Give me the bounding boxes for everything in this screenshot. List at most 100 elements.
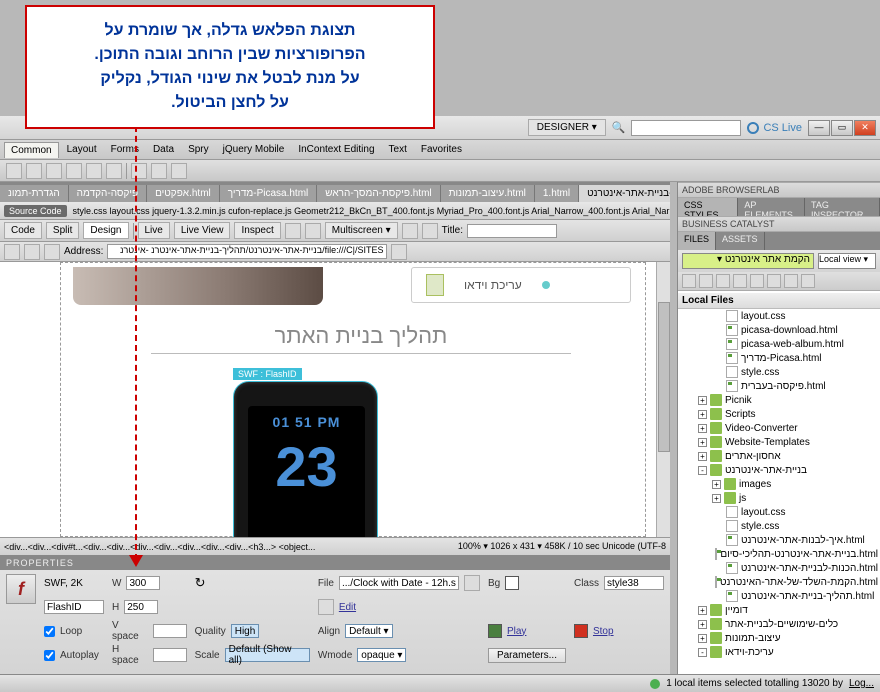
expand-icon[interactable]: + <box>698 634 707 643</box>
width-input[interactable] <box>126 576 160 590</box>
align-dropdown[interactable]: Default ▾ <box>345 624 392 638</box>
design-view-button[interactable]: Design <box>83 222 128 239</box>
close-button[interactable]: ✕ <box>854 120 876 136</box>
play-swatch[interactable] <box>488 624 502 638</box>
menu-jquery mobile[interactable]: jQuery Mobile <box>217 142 291 157</box>
forward-icon[interactable] <box>24 244 40 260</box>
edit-swf-icon[interactable] <box>318 599 334 615</box>
expand-icon[interactable]: + <box>698 424 707 433</box>
tool-icon[interactable] <box>106 163 122 179</box>
live-button[interactable]: Live <box>138 222 170 239</box>
source-code-button[interactable]: Source Code <box>4 205 67 217</box>
swf-selection-label[interactable]: SWF : FlashID <box>233 368 302 380</box>
tag-selector-bar[interactable]: <div...<div...<div#t...<div...<div...<di… <box>0 537 670 555</box>
hspace-input[interactable] <box>153 648 187 662</box>
tree-node[interactable]: איך-לבנות-אתר-אינטרנט.html <box>678 533 880 547</box>
height-input[interactable] <box>124 600 158 614</box>
tool-icon[interactable] <box>6 163 22 179</box>
tree-node[interactable]: style.css <box>678 365 880 379</box>
address-input[interactable]: file:///C|/SITES/בניית-אתר-אינטרנט/תהליך… <box>107 244 387 259</box>
menu-layout[interactable]: Layout <box>61 142 103 157</box>
canvas-scrollbar[interactable] <box>656 262 670 537</box>
ap-elements-tab[interactable]: AP ELEMENTS <box>738 198 805 216</box>
title-input[interactable] <box>467 224 557 238</box>
log-link[interactable]: Log... <box>849 678 874 689</box>
tool-icon[interactable] <box>171 163 187 179</box>
tree-node[interactable]: +Picnik <box>678 393 880 407</box>
scale-dropdown[interactable]: Default (Show all) <box>225 648 310 662</box>
code-view-button[interactable]: Code <box>4 222 42 239</box>
expand-icon[interactable]: + <box>712 494 721 503</box>
stop-link[interactable]: Stop <box>593 626 614 637</box>
tree-node[interactable]: תהליך-בניית-אתר-אינטרנט.html <box>678 589 880 603</box>
properties-header[interactable]: PROPERTIES <box>0 556 670 570</box>
loop-checkbox[interactable] <box>44 626 55 637</box>
tool-icon[interactable] <box>305 223 321 239</box>
multiscreen-button[interactable]: Multiscreen ▾ <box>325 222 398 239</box>
business-catalyst-panel[interactable]: BUSINESS CATALYST <box>678 216 880 232</box>
view-dropdown[interactable]: Local view ▾ <box>818 253 876 269</box>
tree-node[interactable]: +אחסון-אתרים <box>678 449 880 463</box>
tree-node[interactable]: -בניית-אתר-אינטרנט <box>678 463 880 477</box>
tree-node[interactable]: +images <box>678 477 880 491</box>
flash-clock-preview[interactable]: 01 51 PM 23 <box>233 381 378 537</box>
scrollbar-thumb[interactable] <box>658 302 670 452</box>
search-input[interactable] <box>631 120 741 136</box>
workspace-switcher[interactable]: DESIGNER ▾ <box>528 119 606 136</box>
menu-text[interactable]: Text <box>383 142 413 157</box>
refresh-icon[interactable] <box>391 244 407 260</box>
site-dropdown[interactable]: הקמת אתר אינטרנט ▾ <box>682 253 814 269</box>
files-tool-icon[interactable] <box>733 274 747 288</box>
doc-tab[interactable]: הגדרת-תמונ <box>0 185 69 202</box>
expand-icon[interactable]: + <box>712 480 721 489</box>
menu-forms[interactable]: Forms <box>105 142 145 157</box>
tool-icon[interactable] <box>86 163 102 179</box>
menu-spry[interactable]: Spry <box>182 142 215 157</box>
expand-icon[interactable]: - <box>698 648 707 657</box>
tool-icon[interactable] <box>422 223 438 239</box>
files-tool-icon[interactable] <box>716 274 730 288</box>
tree-node[interactable]: layout.css <box>678 309 880 323</box>
undo-icon[interactable]: ↻ <box>195 575 206 591</box>
design-canvas[interactable]: עריכת וידאו תהליך בניית האתר SWF : Flash… <box>0 262 656 537</box>
doc-tab[interactable]: אפקטים.html <box>147 185 220 202</box>
maximize-button[interactable]: ▭ <box>831 120 853 136</box>
local-files-header[interactable]: Local Files <box>678 293 880 309</box>
tree-node[interactable]: layout.css <box>678 505 880 519</box>
quality-dropdown[interactable]: High <box>231 624 260 638</box>
play-link[interactable]: Play <box>507 626 526 637</box>
tree-node[interactable]: +Video-Converter <box>678 421 880 435</box>
back-icon[interactable] <box>4 244 20 260</box>
tree-node[interactable]: +כלים-שימושיים-לבניית-אתר <box>678 617 880 631</box>
doc-tab[interactable]: 1.html <box>535 185 579 202</box>
menu-incontext editing[interactable]: InContext Editing <box>292 142 380 157</box>
doc-tab-active[interactable]: תהליך-בניית-אתר-אינטרנט.html* × <box>579 185 670 202</box>
tree-node[interactable]: +עיצוב-תמונות <box>678 631 880 645</box>
minimize-button[interactable]: — <box>808 120 830 136</box>
tree-node[interactable]: -עריכת-וידאו <box>678 645 880 659</box>
menu-favorites[interactable]: Favorites <box>415 142 468 157</box>
expand-icon[interactable]: + <box>698 606 707 615</box>
tag-inspector-tab[interactable]: TAG INSPECTOR <box>805 198 880 216</box>
menu-data[interactable]: Data <box>147 142 180 157</box>
tree-node[interactable]: פיקסה-בעברית.html <box>678 379 880 393</box>
tool-icon[interactable] <box>402 223 418 239</box>
tree-node[interactable]: style.css <box>678 519 880 533</box>
tool-icon[interactable] <box>285 223 301 239</box>
expand-icon[interactable]: - <box>698 466 707 475</box>
tag-path[interactable]: <div...<div...<div#t...<div...<div...<di… <box>4 542 315 552</box>
swf-id-input[interactable] <box>44 600 104 614</box>
wmode-dropdown[interactable]: opaque ▾ <box>357 648 406 662</box>
tree-node[interactable]: בניית-אתר-אינטרנט-תהליכי-סיום.html <box>678 547 880 561</box>
tree-node[interactable]: +Website-Templates <box>678 435 880 449</box>
doc-tab[interactable]: עיצוב-תמונות.html <box>441 185 535 202</box>
doc-tab[interactable]: מדריך-Picasa.html <box>220 185 318 202</box>
liveview-button[interactable]: Live View <box>174 222 231 239</box>
menu-common[interactable]: Common <box>4 142 59 158</box>
browserlab-panel[interactable]: ADOBE BROWSERLAB <box>678 182 880 198</box>
split-view-button[interactable]: Split <box>46 222 79 239</box>
class-input[interactable] <box>604 576 664 590</box>
expand-icon[interactable]: + <box>698 438 707 447</box>
tree-node[interactable]: picasa-web-album.html <box>678 337 880 351</box>
tool-icon[interactable] <box>131 163 147 179</box>
